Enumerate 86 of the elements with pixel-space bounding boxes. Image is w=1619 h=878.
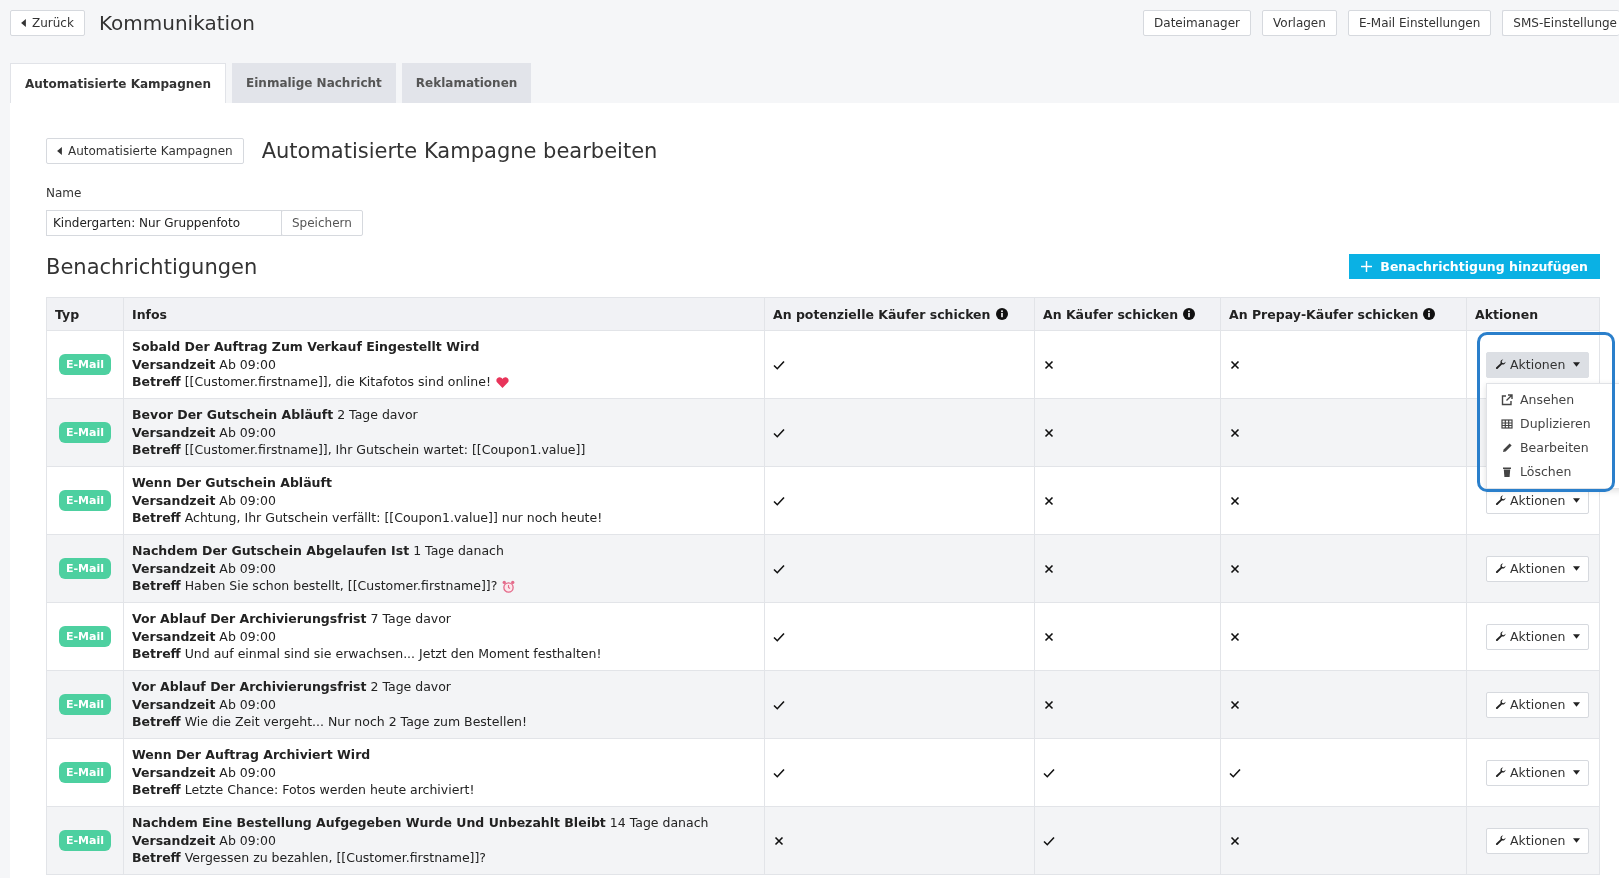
send-time-text: Versandzeit Ab 09:00 — [132, 423, 277, 442]
page-title: Kommunikation — [98, 11, 255, 35]
subject-text: Betreff Letzte Chance: Fotos werden heute archiviert! — [132, 781, 475, 799]
back-button[interactable]: Zurück — [10, 10, 85, 36]
alarm-clock-icon — [502, 579, 516, 593]
subject-text: Betreff Wie die Zeit vergeht... Nur noch 2 Tage zum Bestellen! — [132, 713, 527, 731]
column-header: Aktionen — [1466, 297, 1600, 331]
subject-text: Betreff [[Customer.firstname]], Ihr Gutschein wartet: [[Coupon1.value]] — [132, 441, 586, 459]
caret-down-icon — [1573, 702, 1581, 707]
menu-item[interactable]: Bearbeiten — [1487, 435, 1619, 460]
column-header: Infos — [123, 297, 765, 331]
send-time-text: Versandzeit Ab 09:00 — [132, 559, 277, 578]
trash-icon — [1501, 465, 1513, 478]
type-badge: E-Mail — [59, 490, 111, 511]
send-time-text: Versandzeit Ab 09:00 — [132, 627, 277, 646]
type-badge: E-Mail — [59, 762, 111, 783]
caret-down-icon — [1573, 770, 1581, 775]
actions-dropdown-button[interactable]: Aktionen — [1486, 827, 1590, 854]
toolbar-button[interactable]: Vorlagen — [1262, 10, 1337, 36]
wrench-icon — [1495, 767, 1506, 778]
send-time-text: Versandzeit Ab 09:00 — [132, 355, 277, 374]
wrench-icon — [1495, 359, 1506, 370]
type-badge: E-Mail — [59, 354, 111, 375]
external-link-icon — [1501, 393, 1513, 406]
wrench-icon — [1495, 631, 1506, 642]
actions-dropdown-button[interactable]: Aktionen — [1486, 555, 1590, 582]
trigger-text: Sobald Der Auftrag Zum Verkauf Eingestellt Wird — [132, 338, 481, 356]
tab[interactable]: Einmalige Nachricht — [232, 63, 396, 103]
wrench-icon — [1495, 835, 1506, 846]
menu-item[interactable]: Löschen — [1487, 459, 1619, 484]
field-label: Name — [46, 186, 83, 200]
table-icon — [1501, 417, 1513, 430]
type-badge: E-Mail — [59, 558, 111, 579]
type-badge: E-Mail — [59, 830, 111, 851]
tab[interactable]: Reklamationen — [401, 63, 532, 103]
send-time-text: Versandzeit Ab 09:00 — [132, 491, 277, 510]
send-time-text: Versandzeit Ab 09:00 — [132, 695, 277, 714]
toolbar-button[interactable]: Dateimanager — [1143, 10, 1251, 36]
trigger-text: Vor Ablauf Der Archivierungsfrist 7 Tage davor — [132, 610, 452, 628]
trigger-text: Vor Ablauf Der Archivierungsfrist 2 Tage davor — [132, 678, 452, 696]
trigger-text: Bevor Der Gutschein Abläuft 2 Tage davor — [132, 406, 419, 424]
column-header: An Prepay-Käufer schicken — [1220, 297, 1467, 331]
caret-down-icon — [1573, 634, 1581, 639]
send-time-text: Versandzeit Ab 09:00 — [132, 831, 277, 850]
caret-down-icon — [1573, 566, 1581, 571]
type-badge: E-Mail — [59, 422, 111, 443]
caret-down-icon — [1573, 838, 1581, 843]
subject-text: Betreff Haben Sie schon bestellt, [[Customer.firstname]]? — [132, 577, 498, 595]
trigger-text: Nachdem Eine Bestellung Aufgegeben Wurde Und Unbezahlt Bleibt 14 Tage danach — [132, 814, 710, 832]
menu-item[interactable]: Duplizieren — [1487, 411, 1619, 436]
column-header: An Käufer schicken — [1034, 297, 1221, 331]
type-badge: E-Mail — [59, 626, 111, 647]
wrench-icon — [1495, 563, 1506, 574]
actions-dropdown-button[interactable]: Aktionen — [1486, 759, 1590, 786]
subject-text: Betreff Vergessen zu bezahlen, [[Customer.firstname]]? — [132, 849, 486, 867]
plus-icon — [1361, 261, 1373, 272]
caret-down-icon — [1573, 498, 1581, 503]
column-header: An potenzielle Käufer schicken — [764, 297, 1035, 331]
actions-dropdown-button[interactable]: Aktionen — [1486, 351, 1590, 378]
subject-text: Betreff Achtung, Ihr Gutschein verfällt: [[Coupon1.value]] nur noch heute! — [132, 509, 603, 527]
save-button[interactable]: Speichern — [281, 210, 363, 236]
type-badge: E-Mail — [59, 694, 111, 715]
tab[interactable]: Automatisierte Kampagnen — [10, 63, 227, 103]
wrench-icon — [1495, 495, 1506, 506]
column-header: Typ — [46, 297, 124, 331]
subject-text: Betreff Und auf einmal sind sie erwachsen... Jetzt den Moment festhalten! — [132, 645, 602, 663]
trigger-text: Wenn Der Gutschein Abläuft — [132, 474, 333, 492]
subject-text: Betreff [[Customer.firstname]], die Kitafotos sind online! — [132, 373, 491, 391]
page-heading: Automatisierte Kampagne bearbeiten — [261, 139, 658, 163]
actions-dropdown-button[interactable]: Aktionen — [1486, 623, 1590, 650]
name-field[interactable]: Kindergarten: Nur Gruppenfoto — [46, 210, 282, 236]
menu-item[interactable]: Ansehen — [1487, 387, 1619, 412]
pencil-icon — [1501, 441, 1513, 454]
caret-left-icon — [21, 19, 26, 27]
trigger-text: Wenn Der Auftrag Archiviert Wird — [132, 746, 372, 764]
back-button[interactable]: Automatisierte Kampagnen — [46, 138, 244, 164]
toolbar-button[interactable]: SMS-Einstellunge — [1502, 10, 1619, 36]
trigger-text: Nachdem Der Gutschein Abgelaufen Ist 1 Tage danach — [132, 542, 505, 560]
send-time-text: Versandzeit Ab 09:00 — [132, 763, 277, 782]
actions-dropdown-button[interactable]: Aktionen — [1486, 691, 1590, 718]
wrench-icon — [1495, 699, 1506, 710]
section-title: Benachrichtigungen — [46, 254, 258, 279]
caret-down-icon — [1573, 362, 1581, 367]
heart-icon — [495, 375, 509, 389]
toolbar-button[interactable]: E-Mail Einstellungen — [1347, 10, 1492, 36]
caret-left-icon — [57, 147, 62, 155]
